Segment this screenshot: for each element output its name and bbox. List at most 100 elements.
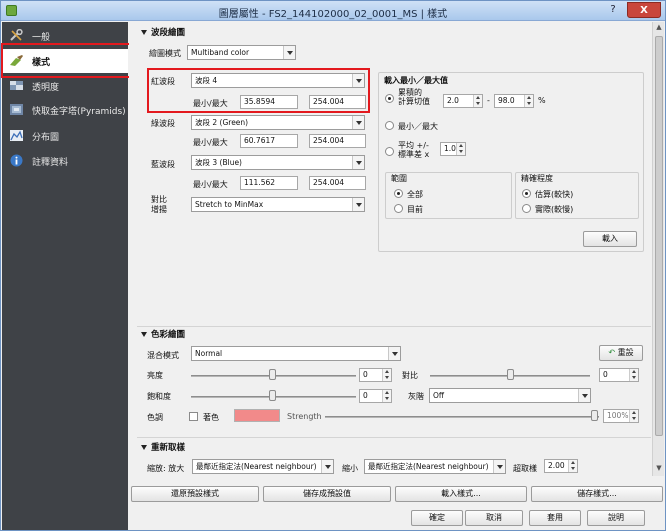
contrast-enhancement-label: 對比 增揚: [151, 195, 167, 214]
sidebar-item-label: 透明度: [32, 83, 60, 93]
green-minmax-label: 最小/最大: [193, 138, 228, 147]
vertical-scrollbar[interactable]: ▲ ▼: [652, 22, 664, 476]
scroll-up-icon[interactable]: ▲: [655, 23, 663, 31]
saturation-slider-handle[interactable]: [269, 390, 276, 401]
highlight-box-style: [1, 43, 137, 78]
collapse-arrow-icon: [141, 332, 147, 337]
chevron-down-icon: [352, 116, 364, 129]
sidebar: 一般 樣式 透明度 快取金字塔(Pyramids) 分布圖 註釋資料: [2, 22, 128, 530]
chevron-down-icon: [388, 347, 400, 360]
brightness-label: 亮度: [147, 371, 163, 380]
cumulative-high-spin[interactable]: 98.0: [494, 94, 534, 108]
contrast-spin[interactable]: 0: [599, 368, 639, 382]
ok-button[interactable]: 確定: [411, 510, 463, 526]
help-button[interactable]: 說明: [587, 510, 645, 526]
apply-button[interactable]: 套用: [529, 510, 581, 526]
mean-stddev-radio[interactable]: [385, 147, 394, 156]
color-render-section-title[interactable]: 色彩繪圖: [141, 328, 185, 340]
zoom-out-label: 縮小: [342, 464, 358, 473]
strength-spin[interactable]: 100%: [603, 409, 639, 423]
window-title: 圖層屬性 - FS2_144102000_02_0001_MS | 樣式: [218, 9, 448, 20]
blue-max-field[interactable]: 254.004: [309, 176, 366, 190]
cumulative-cut-radio[interactable]: [385, 94, 394, 103]
green-min-field[interactable]: 60.7617: [240, 134, 298, 148]
sidebar-item-metadata[interactable]: 註釋資料: [2, 149, 128, 173]
strength-slider-handle[interactable]: [591, 410, 598, 421]
brightness-spin[interactable]: 0: [359, 368, 392, 382]
chevron-down-icon: [352, 156, 364, 169]
contrast-slider-handle[interactable]: [507, 369, 514, 380]
minmax-radio-label: 最小／最大: [398, 122, 438, 131]
green-max-field[interactable]: 254.004: [309, 134, 366, 148]
blend-mode-label: 混合模式: [147, 351, 179, 360]
range-dash: -: [487, 96, 490, 105]
resampling-section-title[interactable]: 重新取樣: [141, 441, 185, 453]
colorize-color-button[interactable]: [234, 409, 280, 422]
accuracy-actual-label: 實際(較慢): [535, 205, 574, 214]
zoom-out-combo[interactable]: 最鄰近指定法(Nearest neighbour): [364, 459, 506, 474]
grayscale-label: 灰階: [408, 392, 424, 401]
extent-current-radio[interactable]: [394, 204, 403, 213]
pyramid-icon: [10, 104, 23, 115]
accuracy-estimate-radio[interactable]: [522, 189, 531, 198]
accuracy-actual-radio[interactable]: [522, 204, 531, 213]
contrast-enhancement-combo[interactable]: Stretch to MinMax: [191, 197, 365, 212]
chevron-down-icon: [578, 389, 590, 402]
wrench-icon: [10, 29, 23, 41]
reset-button[interactable]: ↶ 重設: [599, 345, 643, 361]
load-minmax-button[interactable]: 載入: [583, 231, 637, 247]
blend-mode-combo[interactable]: Normal: [191, 346, 401, 361]
render-type-combo[interactable]: Multiband color: [187, 45, 296, 60]
mean-stddev-spin[interactable]: 1.00: [440, 142, 466, 156]
chevron-down-icon: [493, 460, 505, 473]
collapse-arrow-icon: [141, 445, 147, 450]
chevron-down-icon: [321, 460, 333, 473]
grayscale-combo[interactable]: Off: [429, 388, 591, 403]
sidebar-item-pyramids[interactable]: 快取金字塔(Pyramids): [2, 98, 128, 122]
restore-default-style-button[interactable]: 還原預設樣式: [131, 486, 259, 502]
close-button[interactable]: X: [627, 2, 661, 18]
colorize-label: 著色: [203, 413, 219, 422]
cumulative-low-spin[interactable]: 2.0: [443, 94, 483, 108]
colorize-checkbox[interactable]: [189, 412, 198, 421]
extent-current-label: 目前: [407, 205, 423, 214]
accuracy-estimate-label: 估算(較快): [535, 190, 574, 199]
cancel-button[interactable]: 取消: [465, 510, 523, 526]
zoom-in-combo[interactable]: 最鄰近指定法(Nearest neighbour): [192, 459, 334, 474]
layer-properties-dialog: 圖層屬性 - FS2_144102000_02_0001_MS | 樣式 ? X…: [0, 0, 666, 531]
saturation-spin[interactable]: 0: [359, 389, 392, 403]
green-band-combo[interactable]: 波段 2 (Green): [191, 115, 365, 130]
sidebar-item-label: 一般: [32, 33, 51, 43]
sidebar-item-label: 分布圖: [32, 133, 60, 143]
style-panel: 波段繪圖 繪圖模式 Multiband color 紅波段 波段 4 最小/最大…: [129, 22, 665, 530]
blue-band-combo[interactable]: 波段 3 (Blue): [191, 155, 365, 170]
strength-slider[interactable]: [325, 416, 599, 418]
help-titlebar-button[interactable]: ?: [603, 2, 623, 18]
load-style-button[interactable]: 載入樣式...: [395, 486, 527, 502]
brightness-slider-handle[interactable]: [269, 369, 276, 380]
histogram-icon: [10, 130, 23, 141]
blue-band-label: 藍波段: [151, 160, 175, 169]
green-band-label: 綠波段: [151, 119, 175, 128]
blue-min-field[interactable]: 111.562: [240, 176, 298, 190]
oversampling-spin[interactable]: 2.00: [544, 459, 578, 473]
minmax-radio[interactable]: [385, 121, 394, 130]
collapse-arrow-icon: [141, 30, 147, 35]
cumulative-cut-label: 累積的 計算切值: [398, 88, 430, 106]
save-as-default-button[interactable]: 儲存成預設值: [263, 486, 391, 502]
band-render-section-title[interactable]: 波段繪圖: [141, 26, 185, 38]
extent-full-label: 全部: [407, 190, 423, 199]
chevron-down-icon: [352, 198, 364, 211]
extent-full-radio[interactable]: [394, 189, 403, 198]
zoom-in-label: 縮放: 放大: [147, 464, 185, 473]
mean-stddev-label: 平均 +/- 標準差 x: [398, 141, 430, 159]
sidebar-item-label: 快取金字塔(Pyramids): [32, 107, 126, 117]
scroll-down-icon[interactable]: ▼: [655, 464, 663, 472]
contrast-label: 對比: [402, 371, 418, 380]
sidebar-item-histogram[interactable]: 分布圖: [2, 124, 128, 148]
save-style-button[interactable]: 儲存樣式...: [531, 486, 663, 502]
info-icon: [10, 154, 23, 167]
scrollbar-thumb[interactable]: [655, 36, 663, 436]
hue-label: 色調: [147, 413, 163, 422]
reset-icon: ↶: [608, 348, 616, 357]
